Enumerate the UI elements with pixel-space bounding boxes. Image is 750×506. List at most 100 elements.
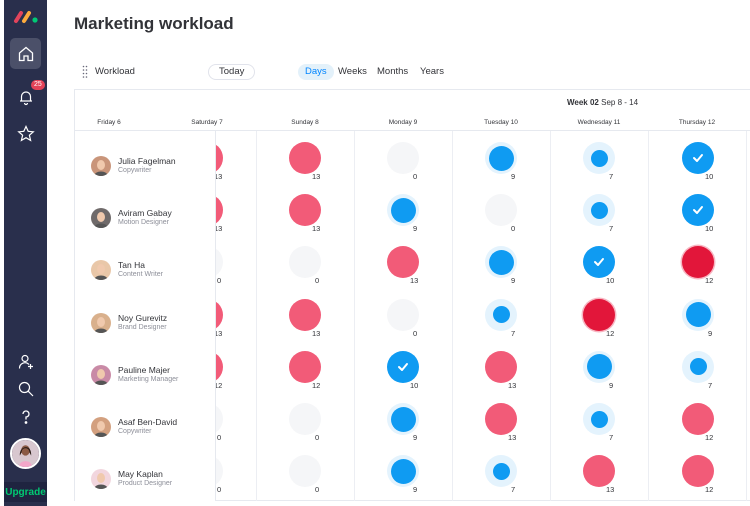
workload-cell[interactable]: 0 xyxy=(373,142,433,188)
bell-icon xyxy=(19,90,32,105)
person-row[interactable]: Aviram Gabay Motion Designer xyxy=(91,204,216,234)
workload-cell[interactable]: 13 xyxy=(471,350,531,397)
workload-cell[interactable]: 9 xyxy=(373,194,433,240)
day-header: Friday 6 xyxy=(97,119,121,126)
empty-circle xyxy=(289,403,321,435)
empty-circle xyxy=(387,142,419,174)
workload-cell[interactable]: 13 xyxy=(569,455,629,501)
workload-cell[interactable]: 7 xyxy=(569,403,629,449)
workload-cell[interactable]: 0 xyxy=(275,455,335,501)
workload-cell[interactable]: 0 xyxy=(373,298,433,345)
workload-cell[interactable]: 13 xyxy=(471,403,531,449)
workload-cell[interactable]: 7 xyxy=(668,350,728,397)
day-header: Wednesday 11 xyxy=(577,119,621,126)
load-count: 0 xyxy=(315,276,320,286)
load-fill xyxy=(590,410,608,428)
person-name: Aviram Gabay xyxy=(118,208,172,219)
overload-circle xyxy=(289,194,321,227)
check-icon xyxy=(594,258,604,267)
workload-cell[interactable]: 9 xyxy=(471,246,531,292)
workload-cell[interactable]: 10 xyxy=(373,350,433,397)
check-icon xyxy=(693,206,703,215)
workload-cell[interactable]: 0 xyxy=(275,403,335,449)
load-count: 12 xyxy=(705,485,714,495)
overload-circle xyxy=(485,350,517,383)
overload-circle xyxy=(289,350,321,383)
view-tab-years[interactable]: Years xyxy=(413,64,451,80)
workload-cell[interactable]: 9 xyxy=(373,403,433,449)
high-load-circle xyxy=(387,194,419,227)
empty-circle xyxy=(289,455,321,488)
person-row[interactable]: Noy Gurevitz Brand Designer xyxy=(91,309,216,339)
person-role: Motion Designer xyxy=(118,219,169,227)
workload-cell[interactable]: 10 xyxy=(668,194,728,240)
high-load-circle xyxy=(387,403,419,435)
load-count: 10 xyxy=(606,276,615,286)
column-divider xyxy=(746,131,747,501)
workload-cell[interactable]: 13 xyxy=(373,246,433,292)
load-count: 10 xyxy=(705,172,714,181)
load-fill xyxy=(488,249,514,275)
person-role: Content Writer xyxy=(118,271,163,279)
workload-cell[interactable]: 9 xyxy=(668,298,728,345)
monday-logo[interactable] xyxy=(13,10,39,24)
person-row[interactable]: May Kaplan Product Designer xyxy=(91,465,216,495)
today-button[interactable]: Today xyxy=(208,64,256,80)
load-count: 10 xyxy=(410,380,419,390)
week-label: Week 02 Sep 8 - 14 xyxy=(567,98,639,107)
drag-handle-icon[interactable] xyxy=(82,65,88,79)
person-row[interactable]: Asaf Ben-David Copywriter xyxy=(91,413,216,443)
person-row[interactable]: Julia Fagelman Copywriter xyxy=(91,152,216,182)
empty-circle xyxy=(485,194,517,227)
nav-favorites[interactable] xyxy=(10,118,41,149)
workload-cell[interactable]: 12 xyxy=(668,455,728,501)
workload-cell[interactable]: 7 xyxy=(569,142,629,188)
workload-cell[interactable]: 0 xyxy=(471,194,531,240)
workload-cell[interactable]: 7 xyxy=(471,298,531,345)
nav-help[interactable] xyxy=(10,401,41,432)
view-tab-months[interactable]: Months xyxy=(370,64,415,80)
nav-home[interactable] xyxy=(10,38,41,69)
load-count: 9 xyxy=(609,380,614,390)
load-fill xyxy=(685,302,711,328)
workload-cell[interactable]: 12 xyxy=(668,403,728,449)
column-divider xyxy=(452,131,453,501)
load-fill xyxy=(590,149,608,167)
load-count: 0 xyxy=(511,224,516,234)
load-count: 0 xyxy=(413,172,418,181)
load-count: 13 xyxy=(312,328,321,338)
day-header: Sunday 8 xyxy=(291,119,319,126)
workload-cell[interactable]: 7 xyxy=(569,194,629,240)
workload-cell[interactable]: 10 xyxy=(668,142,728,188)
workload-cell[interactable]: 9 xyxy=(471,142,531,188)
load-count: 0 xyxy=(217,485,222,495)
load-fill xyxy=(492,462,510,480)
workload-cell[interactable]: 12 xyxy=(275,350,335,397)
workload-cell[interactable]: 12 xyxy=(668,246,728,292)
user-avatar[interactable] xyxy=(10,438,41,469)
person-role: Copywriter xyxy=(118,428,152,435)
workload-cell[interactable]: 12 xyxy=(569,298,629,345)
load-count: 7 xyxy=(708,380,713,390)
person-row[interactable]: Tan Ha Content Writer xyxy=(91,256,216,286)
load-count: 13 xyxy=(606,485,615,495)
person-name: May Kaplan xyxy=(118,469,163,480)
workload-cell[interactable]: 9 xyxy=(569,350,629,397)
workload-cell[interactable]: 10 xyxy=(569,246,629,292)
workload-cell[interactable]: 13 xyxy=(275,142,335,188)
load-count: 0 xyxy=(217,276,222,286)
help-icon xyxy=(21,409,30,424)
full-capacity-circle xyxy=(682,194,714,227)
workload-cell[interactable]: 13 xyxy=(275,194,335,240)
workload-cell[interactable]: 9 xyxy=(373,455,433,501)
person-row[interactable]: Pauline Majer Marketing Manager xyxy=(91,361,216,391)
view-tab-days[interactable]: Days xyxy=(298,64,334,80)
person-name: Pauline Majer xyxy=(118,364,170,375)
workload-cell[interactable]: 7 xyxy=(471,455,531,501)
upgrade-button[interactable]: Upgrade xyxy=(4,482,47,502)
workload-cell[interactable]: 0 xyxy=(275,246,335,292)
day-header: Saturday 7 xyxy=(191,119,223,126)
nav-search[interactable] xyxy=(10,373,41,404)
view-tab-weeks[interactable]: Weeks xyxy=(331,64,374,80)
workload-cell[interactable]: 13 xyxy=(275,298,335,345)
